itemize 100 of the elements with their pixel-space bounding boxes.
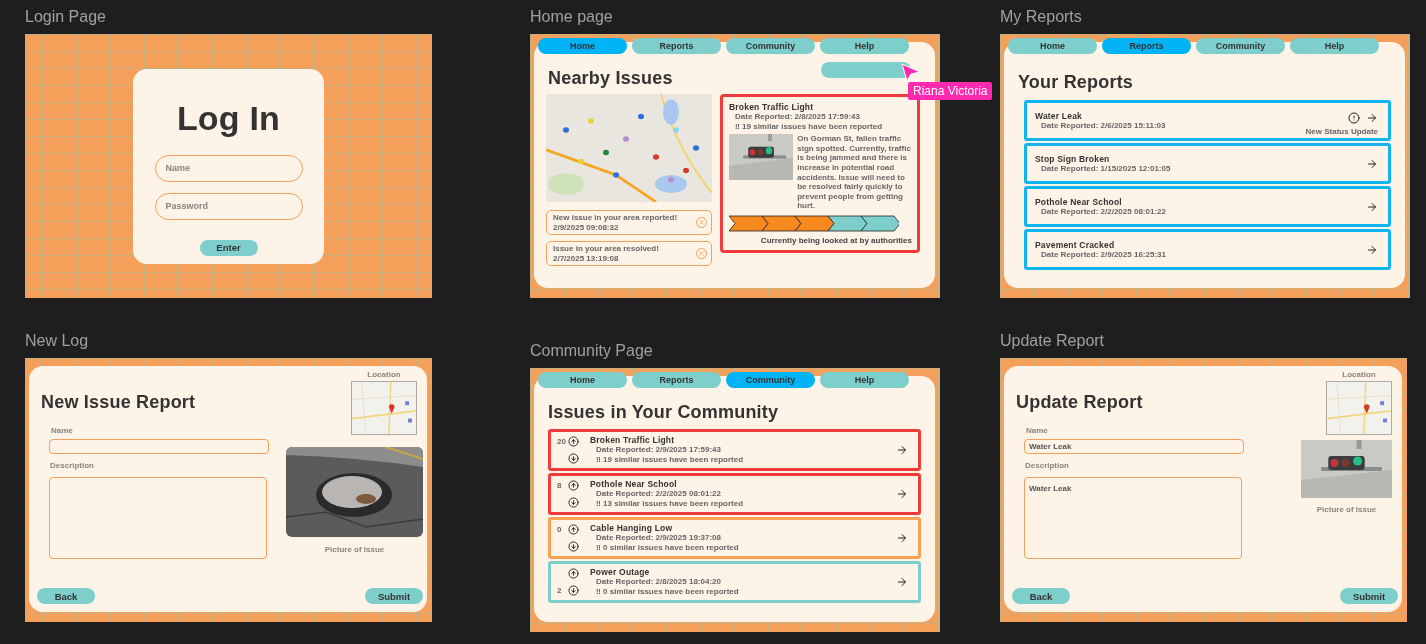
notification-time: 2/7/2025 13:19:08 — [553, 253, 620, 264]
issue-date: Date Reported: 2/2/2025 08:01:22 — [596, 489, 722, 499]
report-card[interactable]: Pothole Near School Date Reported: 2/2/2025 08:01:22 — [1024, 186, 1391, 227]
nav-tab[interactable]: Home — [538, 372, 627, 388]
vote-count: 20 — [557, 436, 567, 447]
nav-tab[interactable]: Community — [726, 38, 815, 54]
report-date: Date Reported: 2/9/2025 16:25:31 — [1040, 249, 1166, 260]
description-label: Description — [50, 461, 95, 470]
login-title: Log In — [176, 98, 281, 138]
arrow-right-icon[interactable] — [1366, 200, 1378, 213]
downvote-icon[interactable] — [568, 541, 579, 552]
report-title: Pavement Cracked — [1035, 239, 1116, 250]
text-field[interactable]: Water Leak — [1024, 439, 1244, 454]
arrow-right-icon[interactable] — [896, 488, 908, 500]
form-button[interactable]: Submit — [1340, 588, 1398, 604]
notification-text: Issue in your area resolved! — [553, 243, 659, 254]
upvote-icon[interactable] — [568, 524, 579, 535]
location-label: Location — [1342, 370, 1376, 379]
nav-tab[interactable]: Home — [1008, 38, 1097, 54]
vote-count: 2 — [557, 585, 563, 596]
nav-tab[interactable]: Community — [726, 372, 815, 388]
report-date: Date Reported: 2/2/2025 08:01:22 — [1040, 206, 1166, 217]
page-title: Issues in Your Community — [548, 402, 780, 423]
text-field[interactable]: Name — [154, 154, 303, 182]
nav-tab[interactable]: Reports — [632, 38, 721, 54]
issue-card[interactable]: 2 Power Outage Date Reported: 2/8/2025 18:04:20 ‼ 0 similar issues have been reported — [548, 561, 921, 603]
name-label: Name — [51, 426, 74, 435]
issue-date: Date Reported: 2/8/2025 18:04:20 — [596, 577, 722, 587]
notification-card[interactable]: New issue in your area reported! 2/9/2025 09:08:32 — [546, 210, 712, 235]
arrow-right-icon[interactable] — [1366, 112, 1378, 125]
status-update-text: New Status Update — [1305, 127, 1378, 137]
issue-card[interactable]: 20 Broken Traffic Light Date Reported: 2/9/2025 17:59:43 ‼ 19 similar issues have been reported — [548, 429, 921, 471]
issue-card[interactable]: 0 Cable Hanging Low Date Reported: 2/9/2025 19:37:08 ‼ 0 similar issues have been reported — [548, 517, 921, 559]
frame-label: Community Page — [530, 341, 654, 360]
description-label: Description — [1025, 461, 1070, 470]
issue-title: Broken Traffic Light — [590, 435, 676, 446]
form-button[interactable]: Back — [37, 588, 95, 604]
page-title: Update Report — [1016, 392, 1144, 413]
page-title: Your Reports — [1018, 72, 1135, 93]
issue-title: Broken Traffic Light — [729, 102, 815, 112]
arrow-right-icon[interactable] — [1366, 243, 1378, 256]
page-title: New Issue Report — [41, 392, 197, 413]
similar-count: ‼ 19 similar issues have been reported — [735, 121, 884, 132]
similar-count: ‼ 19 similar issues have been reported — [596, 455, 744, 465]
report-card[interactable]: Pavement Cracked Date Reported: 2/9/2025 16:25:31 — [1024, 229, 1391, 270]
location-label: Location — [367, 370, 401, 379]
report-card[interactable]: Water Leak Date Reported: 2/6/2025 15:11:03 New Status Update — [1024, 100, 1391, 141]
nav-tab[interactable]: Help — [1290, 38, 1379, 54]
report-title: Water Leak — [1035, 110, 1084, 121]
picture-caption: Picture of Issue — [324, 545, 385, 554]
search-pill[interactable] — [821, 62, 911, 78]
cursor-icon — [900, 62, 922, 82]
frame-label: Login Page — [25, 7, 107, 26]
issue-date: Date Reported: 2/8/2025 17:59:43 — [735, 112, 861, 122]
nav-tab[interactable]: Home — [538, 38, 627, 54]
name-label: Name — [1026, 426, 1049, 435]
issue-title: Pothole Near School — [590, 479, 678, 490]
arrow-right-icon[interactable] — [896, 576, 908, 588]
notification-text: New issue in your area reported! — [553, 212, 678, 223]
status-text: Currently being looked at by authorities — [760, 235, 912, 246]
notification-time: 2/9/2025 09:08:32 — [553, 222, 620, 233]
text-area-field[interactable]: Water Leak — [1024, 477, 1242, 559]
text-field[interactable]: Password — [154, 192, 303, 220]
nav-tab[interactable]: Help — [820, 372, 909, 388]
nav-tab[interactable]: Help — [820, 38, 909, 54]
nav-tab[interactable]: Reports — [1102, 38, 1191, 54]
vote-count: 8 — [557, 480, 563, 491]
arrow-right-icon[interactable] — [896, 532, 908, 544]
issue-description: On Gorman St, fallen traffic sign spotted. Currently, traffic is being jammed and there is increase in potential road accidents. Issue will need to be resolved fairly quickly to prevent people from getting hurt. — [797, 134, 912, 211]
report-card[interactable]: Stop Sign Broken Date Reported: 1/15/2025 12:01:05 — [1024, 143, 1391, 184]
notification-card[interactable]: Issue in your area resolved! 2/7/2025 13:19:08 — [546, 241, 712, 266]
text-field[interactable] — [49, 439, 269, 454]
nav-tab[interactable]: Community — [1196, 38, 1285, 54]
similar-count: ‼ 13 similar issues have been reported — [596, 499, 744, 509]
vote-count: 0 — [557, 524, 563, 535]
picture-caption: Picture of Issue — [1316, 505, 1377, 514]
form-button[interactable]: Submit — [365, 588, 423, 604]
downvote-icon[interactable] — [568, 585, 579, 596]
similar-count: ‼ 0 similar issues have been reported — [596, 587, 739, 597]
report-title: Stop Sign Broken — [1035, 153, 1111, 164]
page-title: Nearby Issues — [548, 68, 673, 89]
alert-icon — [1348, 112, 1360, 125]
form-button[interactable]: Back — [1012, 588, 1070, 604]
frame-label: My Reports — [1000, 7, 1083, 26]
enter-button[interactable]: Enter — [199, 239, 258, 256]
arrow-right-icon[interactable] — [1366, 157, 1378, 170]
arrow-right-icon[interactable] — [896, 444, 908, 456]
issue-title: Cable Hanging Low — [590, 523, 674, 534]
report-date: Date Reported: 1/15/2025 12:01:05 — [1041, 163, 1171, 174]
downvote-icon[interactable] — [568, 497, 579, 508]
upvote-icon[interactable] — [568, 480, 579, 491]
report-date: Date Reported: 2/6/2025 15:11:03 — [1040, 120, 1166, 131]
text-area-field[interactable] — [49, 477, 267, 559]
issue-card[interactable]: 8 Pothole Near School Date Reported: 2/2/2025 08:01:22 ‼ 13 similar issues have been reported — [548, 473, 921, 515]
frame-label: New Log — [25, 331, 90, 350]
upvote-icon[interactable] — [568, 568, 579, 579]
upvote-icon[interactable] — [568, 436, 579, 447]
nav-tab[interactable]: Reports — [632, 372, 721, 388]
similar-count: ‼ 0 similar issues have been reported — [596, 543, 739, 553]
downvote-icon[interactable] — [568, 453, 579, 464]
